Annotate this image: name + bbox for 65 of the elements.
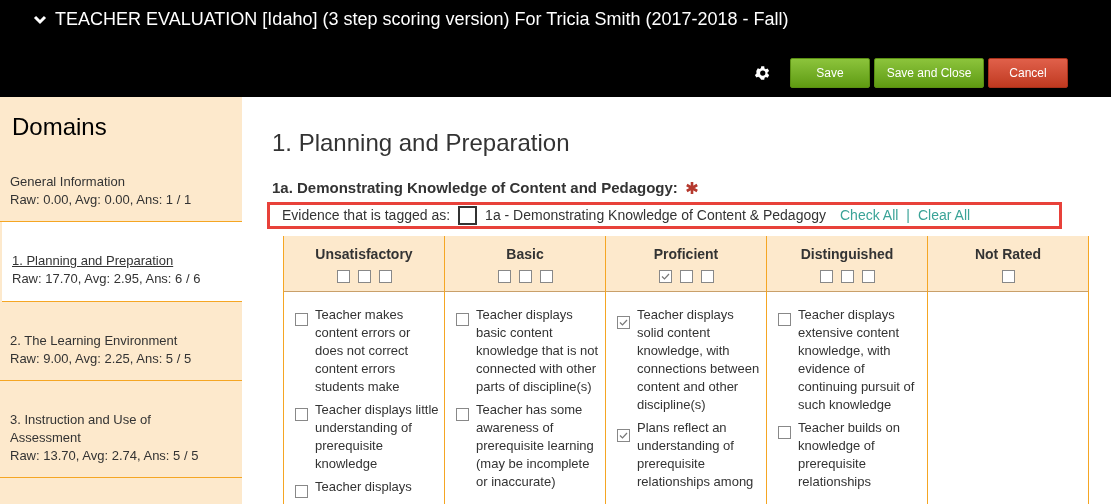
indicator-text: Teacher builds on knowledge of prerequisite relationships [798,418,901,491]
checkbox[interactable] [456,312,469,326]
checkbox[interactable] [357,269,371,283]
rating-name: Not Rated [974,244,1042,264]
domain-stats: Raw: 17.70, Avg: 2.95, Ans: 6 / 6 [12,270,202,288]
checkbox[interactable] [378,269,392,283]
sidebar-item[interactable]: 2. The Learning Environment Raw: 9.00, Avg: 2.25, Ans: 5 / 5 [0,302,242,381]
domain-stats: Raw: 9.00, Avg: 2.25, Ans: 5 / 5 [10,350,193,368]
checkmark-icon [660,272,670,280]
window-title: TEACHER EVALUATION [Idaho] (3 step scoring version) For Tricia Smith (2017-2018 - Fall) [55,8,789,31]
indicator-text: Teacher displays little understanding of prerequisite knowledge [315,400,440,473]
clear-all-link[interactable]: Clear All [918,204,971,226]
sidebar-item[interactable]: 1. Planning and Preparation Raw: 17.70, Avg: 2.95, Ans: 6 / 6 [2,222,242,302]
checkbox[interactable] [819,269,833,283]
indicator-text: Plans reflect an understanding of prerequisite relationships among [637,418,755,491]
rating-name: Distinguished [800,244,894,264]
checkbox[interactable] [700,269,714,283]
checkbox[interactable] [295,312,308,326]
domain-stats: Raw: 0.00, Avg: 0.00, Ans: 1 / 1 [10,191,193,209]
checkbox[interactable] [617,428,630,442]
checkbox[interactable] [458,205,478,225]
indicator-text: Teacher displays solid content knowledge, with connections between content and other discipline(s) [637,305,761,414]
checkbox[interactable] [840,269,854,283]
checkbox[interactable] [456,407,469,421]
checkmark-icon [619,318,628,326]
save-button[interactable]: Save and Close [874,58,984,88]
sidebar-title: Domains [11,112,108,142]
domain-name: General Information [10,173,126,191]
checkbox[interactable] [617,315,630,329]
indicator-text: Teacher has some awareness of prerequisite learning (may be incomplete or inaccurate) [476,400,595,491]
domain-name: 3. Instruction and Use of Assessment [10,411,152,447]
domain-name: 2. The Learning Environment [10,332,179,350]
indicator-text: Teacher displays [315,477,412,496]
evidence-label: Evidence that is tagged as: [282,205,451,225]
checkbox[interactable] [1001,269,1015,283]
checkbox[interactable] [539,269,553,283]
section-heading: 1. Planning and Preparation [272,128,571,158]
domain-stats: Raw: 13.70, Avg: 2.74, Ans: 5 / 5 [10,447,200,465]
checkbox[interactable] [778,425,791,439]
checkbox[interactable] [295,484,308,498]
checkbox[interactable] [497,269,511,283]
domain-name: 1. Planning and Preparation [12,252,175,270]
rating-name: Proficient [653,244,719,264]
checkbox[interactable] [295,407,308,421]
checkmark-icon [619,431,628,439]
indicator-text: Teacher displays extensive content knowledge, with evidence of continuing pursuit of such knowledge [798,305,916,414]
settings-icon[interactable] [753,64,771,82]
separator: | [906,205,910,225]
check-all-link[interactable]: Check All [840,204,899,226]
indicator-text: Teacher displays basic content knowledge that is not connected with other parts of discipline(s) [476,305,600,396]
checkbox[interactable] [679,269,693,283]
sidebar-item[interactable]: 3. Instruction and Use of Assessment Raw: 13.70, Avg: 2.74, Ans: 5 / 5 [0,381,242,478]
evidence-tag: 1a - Demonstrating Knowledge of Content & Pedagogy [485,204,826,226]
criterion-heading: 1a. Demonstrating Knowledge of Content and Pedagogy: [272,178,678,198]
indicator-text: Teacher makes content errors or does not correct content errors students make [315,305,412,396]
checkbox[interactable] [778,312,791,326]
chevron-down-icon[interactable] [33,14,47,25]
checkbox[interactable] [861,269,875,283]
checkbox[interactable] [518,269,532,283]
save-button[interactable]: Save [790,58,870,88]
checkbox[interactable] [336,269,350,283]
cancel-button[interactable]: Cancel [988,58,1068,88]
rating-name: Basic [506,244,544,264]
checkbox[interactable] [658,269,672,283]
rating-name: Unsatisfactory [315,244,413,264]
